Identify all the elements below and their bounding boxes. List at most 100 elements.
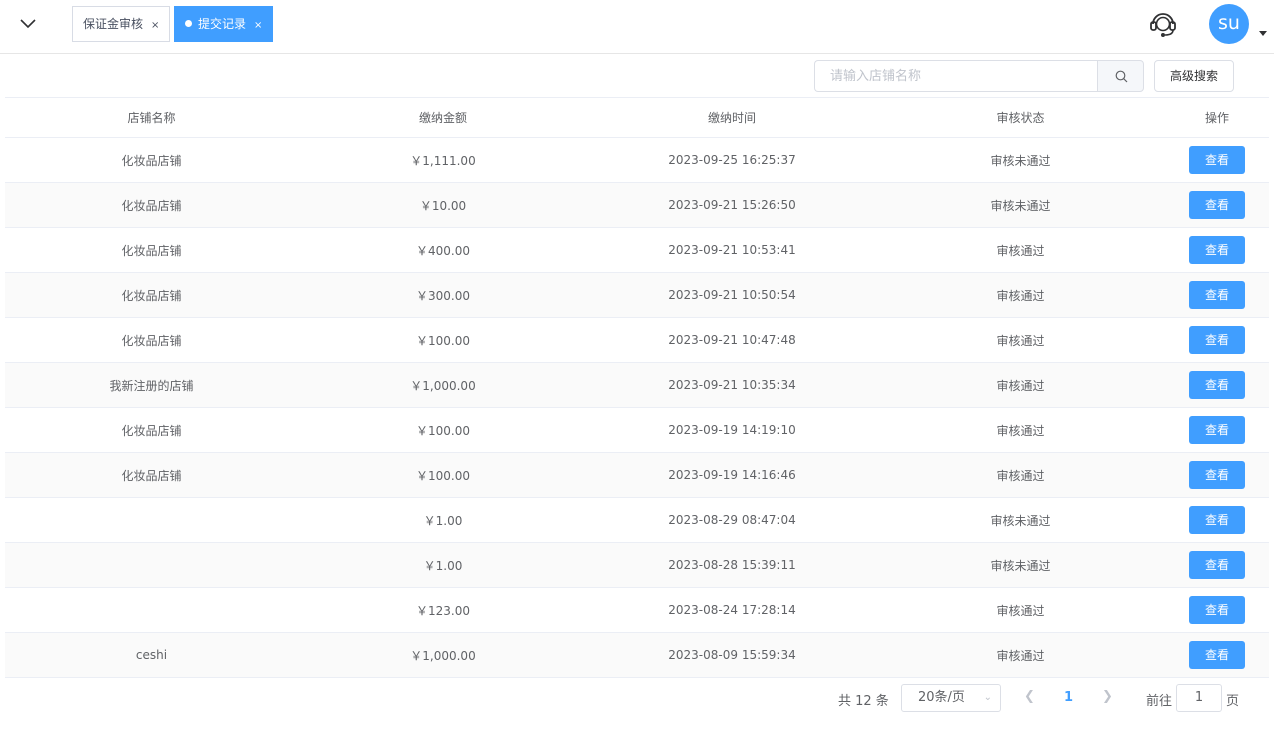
amount-cell: ￥1,000.00 [410,648,476,663]
time-cell: 2023-09-21 10:53:41 [668,243,796,257]
action-cell: 查看 [1165,281,1269,309]
tab-submission-records[interactable]: 提交记录 × [174,6,274,42]
status-cell: 审核未通过 [990,558,1051,573]
action-cell: 查看 [1165,506,1269,534]
time-cell: 2023-09-21 10:50:54 [668,288,796,302]
top-navbar: 保证金审核 × 提交记录 × su [0,0,1274,54]
caret-down-icon[interactable] [1259,31,1267,36]
search-icon [1115,70,1128,83]
table-row: 化妆品店铺 ￥100.00 2023-09-21 10:47:48 审核通过 查看 [5,318,1269,363]
tab-close-icon[interactable]: × [151,20,159,31]
action-cell: 查看 [1165,461,1269,489]
table-row: 化妆品店铺 ￥1,111.00 2023-09-25 16:25:37 审核未通过 查看 [5,138,1269,183]
view-button[interactable]: 查看 [1189,371,1245,399]
view-button[interactable]: 查看 [1189,461,1245,489]
view-button[interactable]: 查看 [1189,326,1245,354]
goto-page-input[interactable]: 1 [1176,684,1222,712]
amount-cell: ￥300.00 [416,288,470,303]
view-button[interactable]: 查看 [1189,146,1245,174]
table-body: 化妆品店铺 ￥1,111.00 2023-09-25 16:25:37 审核未通过 查看… [5,138,1269,678]
status-cell: 审核通过 [996,333,1045,348]
time-cell: 2023-09-21 10:35:34 [668,378,796,392]
table-header: 店铺名称 缴纳金额 缴纳时间 审核状态 操作 [5,97,1269,138]
view-button[interactable]: 查看 [1189,641,1245,669]
tab-close-icon[interactable]: × [254,20,262,31]
status-cell: 审核通过 [996,423,1045,438]
tab-deposit-review[interactable]: 保证金审核 × [72,6,171,42]
view-button[interactable]: 查看 [1189,416,1245,444]
pagination: 共 12 条 20条/页 ⌄ ❮ 1 ❯ 前往 1 页 [0,684,1274,714]
amount-cell: ￥1.00 [423,513,463,528]
table-row: 化妆品店铺 ￥10.00 2023-09-21 15:26:50 审核未通过 查看 [5,183,1269,228]
amount-cell: ￥1,111.00 [410,153,476,168]
time-cell: 2023-08-09 15:59:34 [668,648,796,662]
column-header-amount: 缴纳金额 [418,111,467,125]
advanced-search-button[interactable]: 高级搜索 [1154,60,1234,92]
records-table: 店铺名称 缴纳金额 缴纳时间 审核状态 操作 化妆品店铺 ￥1,111.00 202… [5,97,1269,678]
view-button[interactable]: 查看 [1189,596,1245,624]
prev-page-icon[interactable]: ❮ [1024,689,1035,704]
active-dot-icon [185,20,192,27]
goto-label: 前往 [1146,694,1173,709]
status-cell: 审核通过 [996,468,1045,483]
column-header-shop: 店铺名称 [127,111,176,125]
amount-cell: ￥1.00 [423,558,463,573]
search-input[interactable] [814,60,1098,92]
total-count: 共 12 条 [838,694,889,709]
table-row: ￥123.00 2023-08-24 17:28:14 审核通过 查看 [5,588,1269,633]
action-cell: 查看 [1165,371,1269,399]
chevron-down-icon[interactable] [18,14,38,34]
amount-cell: ￥400.00 [416,243,470,258]
shop-cell: 化妆品店铺 [121,153,182,168]
table-row: 我新注册的店铺 ￥1,000.00 2023-09-21 10:35:34 审核通过 查… [5,363,1269,408]
time-cell: 2023-08-28 15:39:11 [668,558,796,572]
tab-label: 保证金审核 [83,17,144,31]
shop-cell: 化妆品店铺 [121,243,182,258]
time-cell: 2023-08-24 17:28:14 [668,603,796,617]
shop-search [814,60,1144,92]
action-cell: 查看 [1165,191,1269,219]
amount-cell: ￥123.00 [416,603,470,618]
view-button[interactable]: 查看 [1189,551,1245,579]
time-cell: 2023-08-29 08:47:04 [668,513,796,527]
shop-cell: 化妆品店铺 [121,333,182,348]
time-cell: 2023-09-21 15:26:50 [668,198,796,212]
search-button[interactable] [1097,60,1144,92]
action-cell: 查看 [1165,641,1269,669]
shop-cell: 化妆品店铺 [121,423,182,438]
page-unit-label: 页 [1226,694,1240,709]
column-header-time: 缴纳时间 [707,111,756,125]
customer-service-icon[interactable] [1147,7,1179,39]
time-cell: 2023-09-21 10:47:48 [668,333,796,347]
amount-cell: ￥100.00 [416,333,470,348]
table-row: 化妆品店铺 ￥400.00 2023-09-21 10:53:41 审核通过 查看 [5,228,1269,273]
status-cell: 审核通过 [996,243,1045,258]
page-number-current[interactable]: 1 [1064,690,1073,705]
time-cell: 2023-09-19 14:19:10 [668,423,796,437]
table-row: ceshi ￥1,000.00 2023-08-09 15:59:34 审核通过 查看 [5,633,1269,678]
avatar[interactable]: su [1209,4,1249,44]
next-page-icon[interactable]: ❯ [1102,689,1113,704]
action-cell: 查看 [1165,146,1269,174]
shop-cell: 化妆品店铺 [121,468,182,483]
chevron-down-icon: ⌄ [983,692,992,703]
amount-cell: ￥100.00 [416,468,470,483]
amount-cell: ￥1,000.00 [410,378,476,393]
view-button[interactable]: 查看 [1189,506,1245,534]
status-cell: 审核未通过 [990,513,1051,528]
table-row: 化妆品店铺 ￥300.00 2023-09-21 10:50:54 审核通过 查看 [5,273,1269,318]
shop-cell: 化妆品店铺 [121,288,182,303]
table-row: 化妆品店铺 ￥100.00 2023-09-19 14:16:46 审核通过 查看 [5,453,1269,498]
column-header-action: 操作 [1204,111,1229,125]
shop-cell: 化妆品店铺 [121,198,182,213]
column-header-status: 审核状态 [996,111,1045,125]
view-button[interactable]: 查看 [1189,281,1245,309]
status-cell: 审核通过 [996,378,1045,393]
amount-cell: ￥100.00 [416,423,470,438]
view-button[interactable]: 查看 [1189,191,1245,219]
time-cell: 2023-09-19 14:16:46 [668,468,796,482]
status-cell: 审核通过 [996,648,1045,663]
page-size-select[interactable]: 20条/页 ⌄ [901,684,1001,712]
shop-cell: ceshi [135,648,168,662]
view-button[interactable]: 查看 [1189,236,1245,264]
